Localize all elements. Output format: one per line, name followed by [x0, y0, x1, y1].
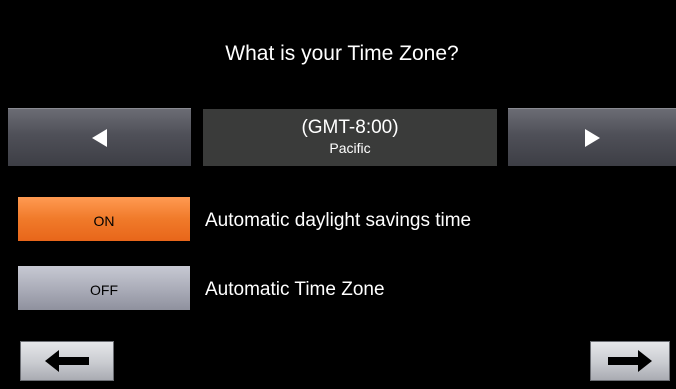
triangle-left-icon: [92, 128, 107, 147]
auto-timezone-label: Automatic Time Zone: [205, 279, 385, 300]
timezone-name: Pacific: [329, 140, 371, 156]
page-title: What is your Time Zone?: [225, 42, 459, 65]
forward-button[interactable]: [590, 341, 670, 381]
triangle-right-icon: [584, 128, 600, 147]
timezone-display: (GMT-8:00) Pacific: [203, 109, 497, 166]
next-timezone-button[interactable]: [508, 108, 676, 166]
daylight-savings-toggle[interactable]: ON: [18, 197, 190, 241]
daylight-savings-label: Automatic daylight savings time: [205, 210, 472, 231]
arrow-left-icon: [45, 350, 89, 372]
arrow-right-icon: [608, 350, 652, 372]
prev-timezone-button[interactable]: [8, 108, 191, 166]
timezone-code: (GMT-8:00): [301, 117, 399, 138]
back-button[interactable]: [20, 341, 114, 381]
auto-timezone-toggle[interactable]: OFF: [18, 266, 190, 310]
timezone-screen: What is your Time Zone? (GMT-8:00) Pacif…: [8, 8, 676, 389]
